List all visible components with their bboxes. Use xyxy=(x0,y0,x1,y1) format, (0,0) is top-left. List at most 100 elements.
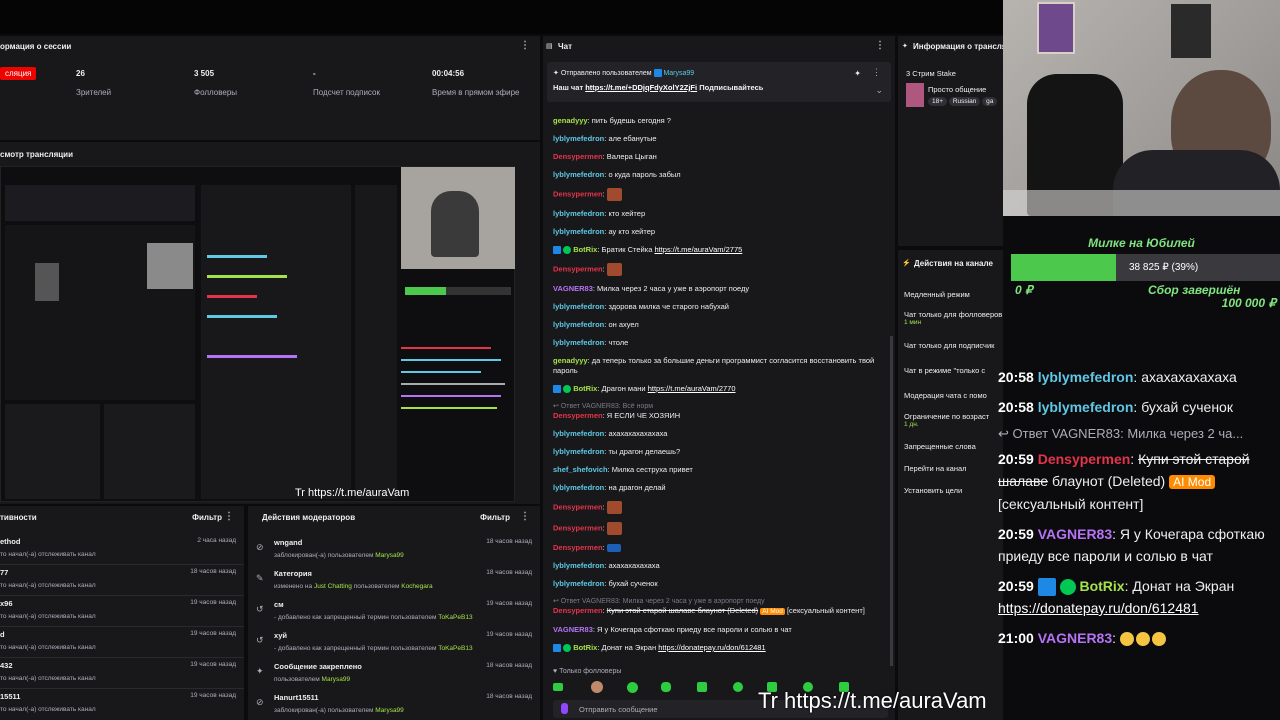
chat-message[interactable]: Densypermen: xyxy=(553,501,888,514)
chat-message[interactable]: lyblymefedron: кто хейтер xyxy=(553,209,888,219)
chat-message[interactable]: VAGNER83: Я у Кочегара сфоткаю приеду вс… xyxy=(553,625,888,635)
chat-username[interactable]: genadyyy xyxy=(553,116,588,125)
chat-message[interactable]: lyblymefedron: бухай сученок xyxy=(553,579,888,589)
category-thumbnail[interactable] xyxy=(906,83,924,107)
chat-message[interactable]: BotRix: Драгон мани https://t.me/auraVam… xyxy=(553,384,888,394)
go-to-channel-link[interactable]: Перейти на канал xyxy=(904,464,967,473)
chat-username[interactable]: lyblymefedron xyxy=(553,209,604,218)
chat-link[interactable]: https://t.me/auraVam/2770 xyxy=(648,384,736,393)
preview-video[interactable]: Tr https://t.me/auraVam xyxy=(0,166,515,502)
emote-icon[interactable] xyxy=(553,683,563,691)
mod-row[interactable]: ↺ см - добавлено как запрещенный термин … xyxy=(248,598,540,629)
activity-row[interactable]: 15511 то начал(-а) отслеживать канал 19 … xyxy=(0,689,244,720)
automod-toggle[interactable]: Модерация чата с помо xyxy=(904,391,987,400)
mod-desc-user[interactable]: ToKaPeB13 xyxy=(438,645,472,652)
chat-menu-icon[interactable]: ⋮ xyxy=(875,40,885,51)
chat-username[interactable]: lyblymefedron xyxy=(553,429,604,438)
chat-message[interactable]: Densypermen: xyxy=(553,263,888,276)
mod-desc-user[interactable]: Kochegara xyxy=(401,583,432,590)
chat-username[interactable]: lyblymefedron xyxy=(553,227,604,236)
pinned-link[interactable]: https://t.me/+DDjqFdyXolY2ZjFi xyxy=(585,83,697,92)
chat-username[interactable]: shef_shefovich xyxy=(553,465,608,474)
chat-username[interactable]: lyblymefedron xyxy=(553,134,604,143)
activity-row[interactable]: 77 то начал(-а) отслеживать канал 18 час… xyxy=(0,565,244,596)
emote-icon[interactable] xyxy=(591,681,603,693)
chat-link[interactable]: https://donatepay.ru/don/612481 xyxy=(658,643,765,652)
chat-message[interactable]: lyblymefedron: ахахахахахахаха xyxy=(553,429,888,439)
followers-only-toggle[interactable]: Чат только для фолловеров 1 мин xyxy=(904,310,1002,326)
mod-menu-icon[interactable]: ⋮ xyxy=(520,511,530,522)
tag[interactable]: Russian xyxy=(948,97,981,106)
activity-row[interactable]: ethod то начал(-а) отслеживать канал 2 ч… xyxy=(0,534,244,565)
chat-scrollbar[interactable] xyxy=(890,336,893,666)
subscribers-only-toggle[interactable]: Чат только для подписчик xyxy=(904,341,994,350)
chat-username[interactable]: BotRix xyxy=(573,384,597,393)
mod-desc-category[interactable]: Just Chatting xyxy=(314,583,352,590)
banned-words-link[interactable]: Запрещенные слова xyxy=(904,442,976,451)
mod-row[interactable]: ↺ хуй - добавлено как запрещенный термин… xyxy=(248,629,540,660)
emote-icon[interactable] xyxy=(733,682,743,692)
chat-username[interactable]: lyblymefedron xyxy=(553,302,604,311)
chat-message[interactable]: genadyyy: да теперь только за большие де… xyxy=(553,356,888,376)
tag[interactable]: ga xyxy=(982,97,998,106)
chat-message[interactable]: lyblymefedron: он ахуел xyxy=(553,320,888,330)
activity-row[interactable]: d то начал(-а) отслеживать канал 19 часо… xyxy=(0,627,244,658)
chat-username[interactable]: lyblymefedron xyxy=(553,483,604,492)
chat-message[interactable]: Densypermen: Я ЕСЛИ ЧЕ ХОЗЯИН xyxy=(553,411,888,421)
emote-icon[interactable] xyxy=(627,682,638,693)
chat-username[interactable]: Densypermen xyxy=(553,411,603,420)
chat-message[interactable]: Densypermen: xyxy=(553,543,888,553)
chat-username[interactable]: VAGNER83 xyxy=(553,284,593,293)
chat-message[interactable]: lyblymefedron: ау кто хейтер xyxy=(553,227,888,237)
chat-message[interactable]: lyblymefedron: о куда пароль забыл xyxy=(553,170,888,180)
chat-message[interactable]: Densypermen: Купи этой старой шалаве бла… xyxy=(553,606,888,617)
set-goals-link[interactable]: Установить цели xyxy=(904,486,962,495)
chat-username[interactable]: lyblymefedron xyxy=(553,320,604,329)
chat-username[interactable]: lyblymefedron xyxy=(553,447,604,456)
mod-desc-user[interactable]: ToKaPeB13 xyxy=(438,614,472,621)
chat-message[interactable]: lyblymefedron: ты драгон делаешь? xyxy=(553,447,888,457)
chat-message[interactable]: Densypermen: xyxy=(553,522,888,535)
chat-username[interactable]: VAGNER83 xyxy=(553,625,593,634)
chat-username[interactable]: Densypermen xyxy=(553,523,603,532)
unpin-icon[interactable]: ✦ xyxy=(854,69,861,78)
chat-username[interactable]: genadyyy xyxy=(553,356,588,365)
chat-username[interactable]: BotRix xyxy=(573,643,597,652)
chat-username[interactable]: Densypermen xyxy=(553,502,603,511)
chat-username[interactable]: Densypermen xyxy=(553,543,603,552)
pinned-user[interactable]: Marysa99 xyxy=(663,70,694,77)
slow-mode-toggle[interactable]: Медленный режим xyxy=(904,290,970,299)
chat-username[interactable]: Densypermen xyxy=(553,152,603,161)
chat-message[interactable]: lyblymefedron: ахахахахахаха xyxy=(553,561,888,571)
mod-desc-user[interactable]: Marysa99 xyxy=(375,707,404,714)
chat-message[interactable]: Densypermen: Валера Цыган xyxy=(553,152,888,162)
chat-message[interactable]: lyblymefedron: але ебанутые xyxy=(553,134,888,144)
chat-username[interactable]: BotRix xyxy=(573,245,597,254)
chat-message[interactable]: lyblymefedron: чтоле xyxy=(553,338,888,348)
mod-row[interactable]: ✦ Сообщение закреплено пользователем Mar… xyxy=(248,660,540,691)
chat-message[interactable]: lyblymefedron: здорова милка че старого … xyxy=(553,302,888,312)
session-menu-icon[interactable]: ⋮ xyxy=(520,40,530,51)
chat-username[interactable]: Densypermen xyxy=(553,606,603,615)
chat-username[interactable]: Densypermen xyxy=(553,189,603,198)
chat-message[interactable]: lyblymefedron: на драгон делай xyxy=(553,483,888,493)
activity-row[interactable]: x96 то начал(-а) отслеживать канал 19 ча… xyxy=(0,596,244,627)
chat-message[interactable]: BotRix: Донат на Экран https://donatepay… xyxy=(553,643,888,653)
emote-icon[interactable] xyxy=(661,682,671,692)
mod-desc-user[interactable]: Marysa99 xyxy=(322,676,351,683)
mod-filter-button[interactable]: Фильтр xyxy=(480,513,510,522)
chat-username[interactable]: lyblymefedron xyxy=(553,338,604,347)
pinned-menu-icon[interactable]: ⋮ xyxy=(872,67,881,78)
emote-only-toggle[interactable]: Чат в режиме "только с xyxy=(904,366,985,375)
chat-message[interactable]: VAGNER83: Милка через 2 часа у уже в аэр… xyxy=(553,284,888,294)
activity-menu-icon[interactable]: ⋮ xyxy=(224,511,234,522)
chat-message[interactable]: genadyyy: пить будешь сегодня ? xyxy=(553,116,888,126)
pinned-message[interactable]: ✦ Отправлено пользователем Marysa99 ✦ ⋮ … xyxy=(547,62,891,102)
microphone-icon[interactable] xyxy=(561,703,568,714)
category-name[interactable]: Просто общение xyxy=(928,85,986,94)
activity-filter-button[interactable]: Фильтр xyxy=(192,513,222,522)
activity-row[interactable]: 432 то начал(-а) отслеживать канал 19 ча… xyxy=(0,658,244,689)
chat-username[interactable]: lyblymefedron xyxy=(553,561,604,570)
chat-message[interactable]: BotRix: Братик Стейка https://t.me/auraV… xyxy=(553,245,888,255)
mod-row[interactable]: ⊘ Hanurt15511 заблокирован(-а) пользоват… xyxy=(248,691,540,720)
